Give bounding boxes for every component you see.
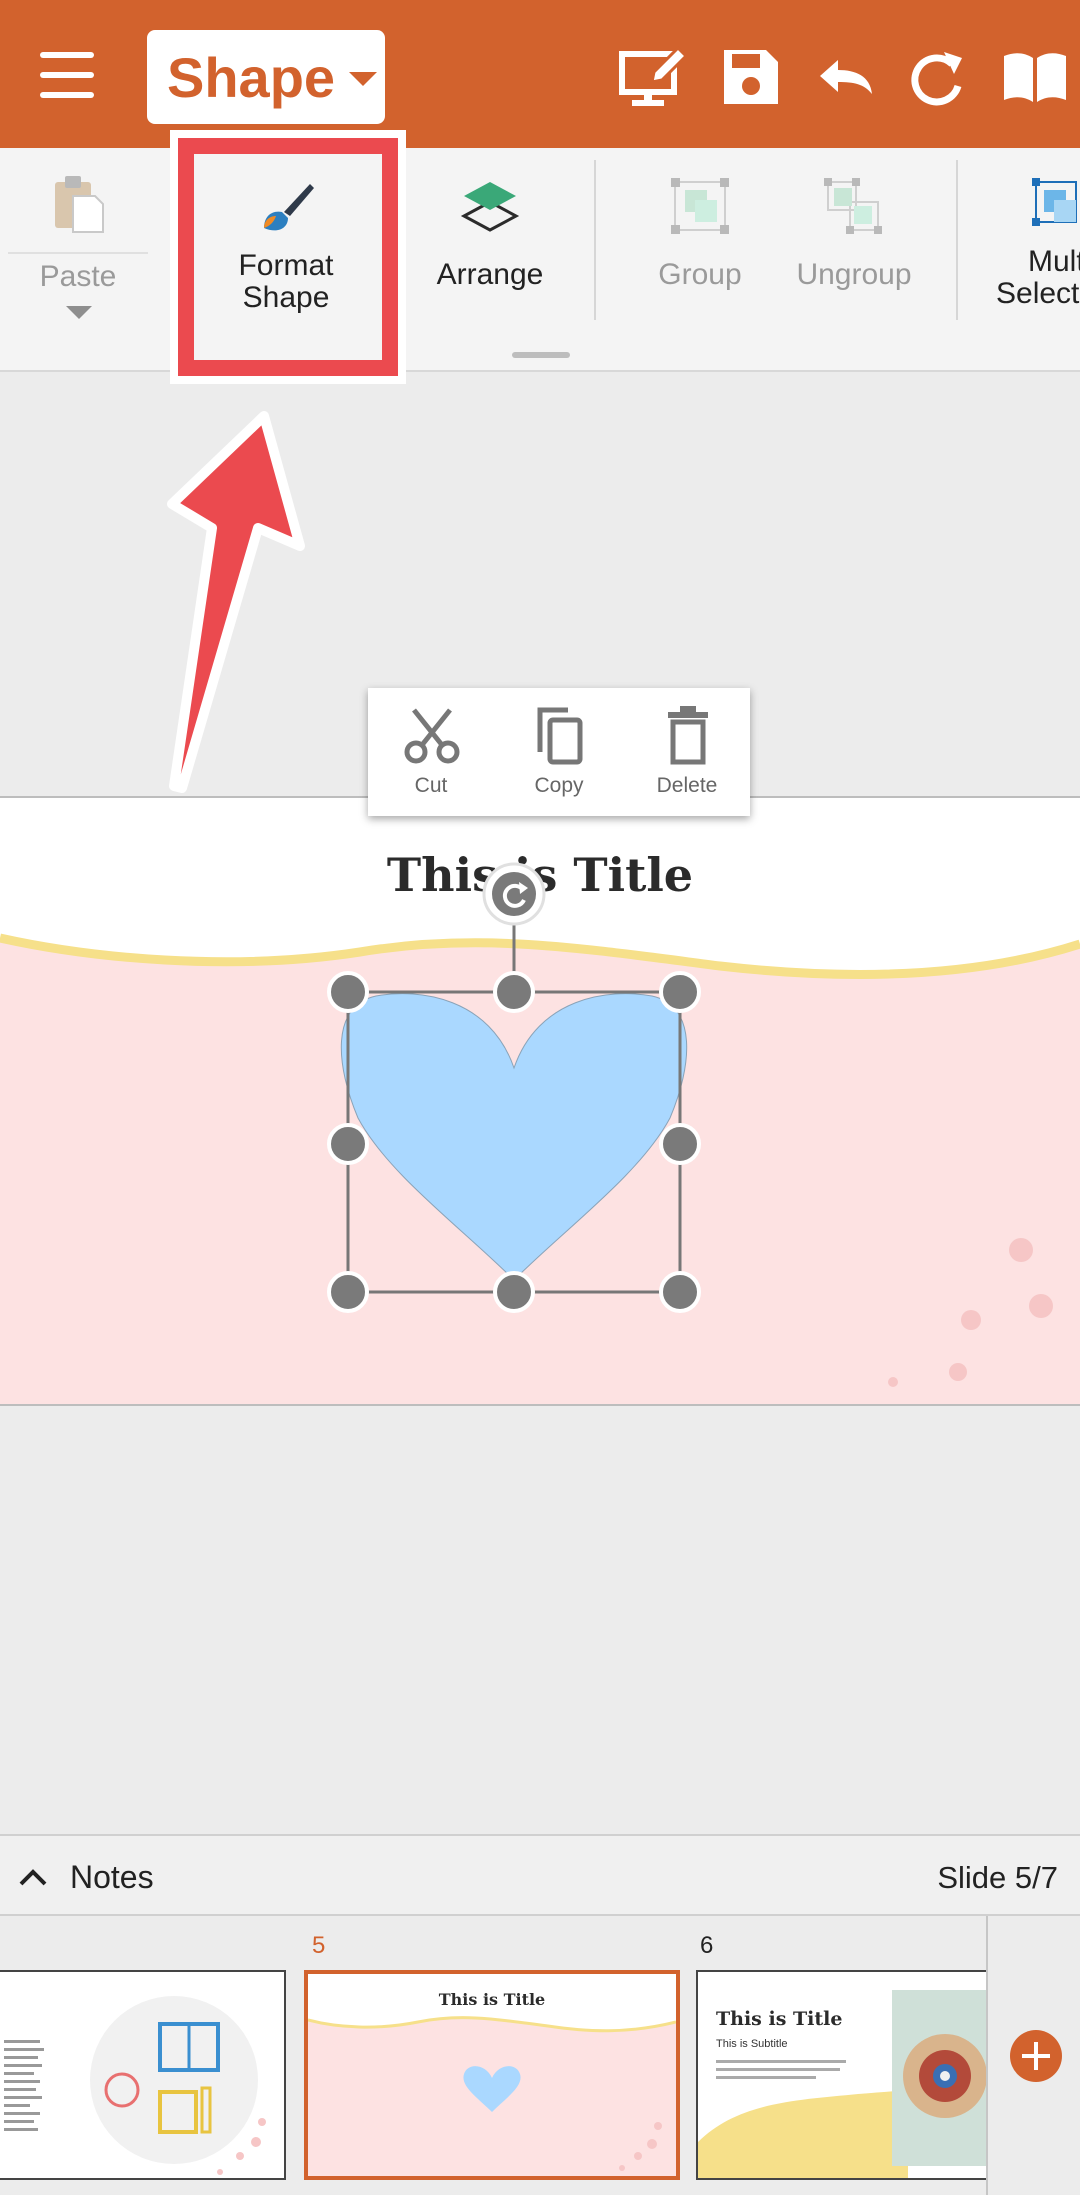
copy-icon [537, 707, 583, 765]
multi-select-button[interactable]: Mult Select [992, 168, 1080, 310]
slide-thumbnail-current[interactable]: This is Title [304, 1970, 680, 2180]
group-button[interactable]: Group [640, 168, 760, 292]
chevron-up-icon [19, 1869, 47, 1886]
redo-icon[interactable] [904, 44, 974, 110]
thumbnail-subtitle: This is Subtitle [716, 2038, 788, 2050]
group-icon [671, 178, 729, 234]
app-toolbar: Shape [0, 0, 1080, 148]
arrow-annotation [167, 411, 305, 793]
resize-handle [659, 1271, 701, 1313]
add-slide-button[interactable] [1010, 2030, 1062, 2082]
thumbnail-title: This is Title [438, 1990, 546, 2009]
thumbnail-title: This is Title [716, 2008, 843, 2030]
paste-button[interactable]: Paste [8, 168, 148, 319]
plus-icon [1022, 2042, 1050, 2070]
arrange-button[interactable]: Arrange [420, 168, 560, 292]
multi-select-label-1: Mult [1028, 245, 1080, 278]
notes-bar: Notes Slide 5/7 [0, 1834, 1080, 1916]
presentation-edit-icon[interactable] [618, 44, 689, 110]
ungroup-icon [824, 178, 882, 234]
selected-shape[interactable] [0, 798, 1080, 1406]
trash-icon [668, 706, 708, 765]
slide-canvas[interactable]: This is Title [0, 796, 1080, 1406]
ribbon-toolbar: Paste Format Shape Arrange Group Ungroup… [0, 148, 1080, 372]
book-icon[interactable] [1000, 44, 1070, 110]
mode-dropdown-label: Shape [167, 45, 336, 109]
undo-icon[interactable] [812, 44, 882, 110]
ungroup-button[interactable]: Ungroup [784, 168, 924, 292]
copy-button[interactable]: Copy [496, 688, 622, 816]
copy-label: Copy [534, 774, 584, 797]
slide-thumbnail[interactable] [0, 1970, 286, 2180]
group-label: Group [658, 258, 742, 291]
ribbon-divider [956, 160, 958, 320]
ribbon-divider [594, 160, 596, 320]
layers-icon [460, 182, 520, 232]
resize-handle [327, 1123, 369, 1165]
cut-label: Cut [414, 774, 448, 797]
heart-shape [340, 993, 688, 1281]
mode-dropdown[interactable]: Shape [147, 30, 385, 124]
slide-counter: Slide 5/7 [937, 1860, 1058, 1895]
slide-thumbnail[interactable]: This is Title This is Subtitle [696, 1970, 996, 2180]
rotate-icon [482, 862, 546, 926]
delete-button[interactable]: Delete [624, 688, 750, 816]
menu-icon[interactable] [40, 52, 100, 98]
resize-handle [659, 971, 701, 1013]
save-icon[interactable] [718, 44, 788, 110]
multi-select-label-2: Select [996, 277, 1080, 310]
resize-handle [327, 971, 369, 1013]
ungroup-label: Ungroup [796, 258, 912, 291]
chevron-down-icon [349, 72, 378, 86]
ribbon-collapse-handle[interactable] [512, 352, 570, 358]
thumbnail-number: 5 [312, 1932, 326, 1959]
highlight-box [178, 138, 398, 376]
thumbnail-number: 6 [700, 1932, 714, 1959]
resize-handle [493, 1271, 535, 1313]
resize-handle [493, 971, 535, 1013]
notes-label: Notes [70, 1858, 154, 1895]
notes-toggle[interactable]: Notes [18, 1854, 154, 1900]
delete-label: Delete [656, 774, 718, 797]
multi-select-icon [1032, 178, 1077, 226]
scissors-icon [404, 708, 460, 764]
slide-thumbnails: 5 This is Title 6 This is Title This is … [0, 1916, 1080, 2195]
thumbnail-preview [4, 1996, 266, 2175]
thumbnail-preview [698, 1990, 994, 2178]
arrange-label: Arrange [436, 258, 544, 291]
clipboard-icon [55, 176, 104, 233]
resize-handle [659, 1123, 701, 1165]
resize-handle [327, 1271, 369, 1313]
chevron-down-icon [66, 306, 92, 319]
paste-label: Paste [8, 252, 148, 294]
context-menu: Cut Copy Delete [368, 688, 750, 816]
add-slide-column [986, 1916, 1080, 2195]
cut-button[interactable]: Cut [368, 688, 494, 816]
